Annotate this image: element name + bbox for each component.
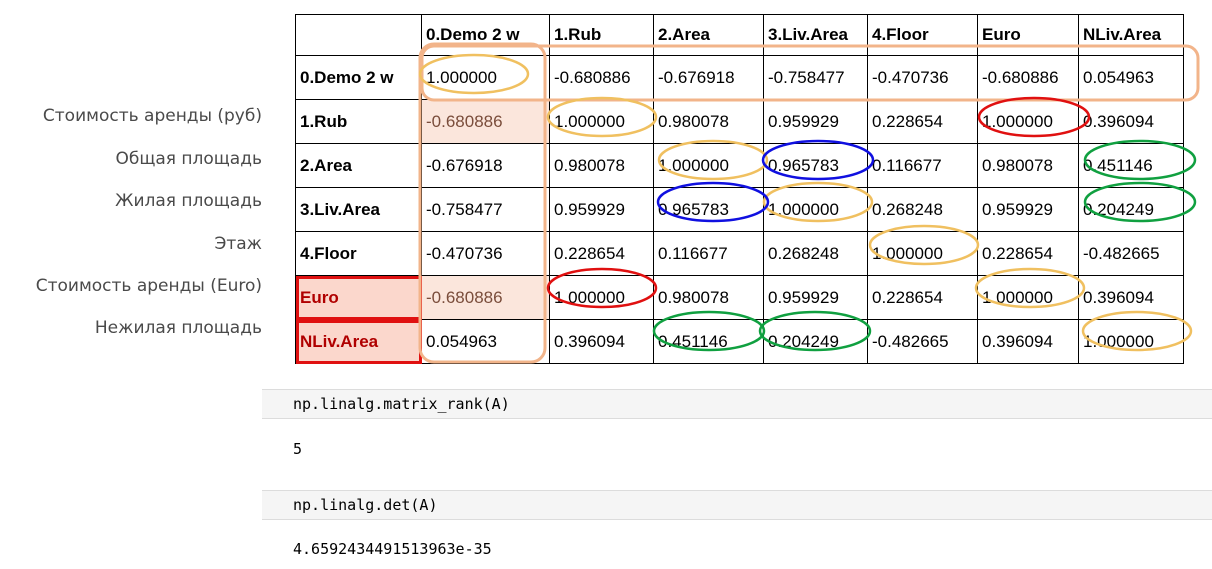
correlation-table: 0.Demo 2 w 1.Rub 2.Area 3.Liv.Area 4.Flo…	[295, 14, 1184, 364]
row-label-floor: Этаж	[214, 234, 262, 254]
table-cell: 0.959929	[977, 187, 1079, 232]
column-header: 1.Rub	[549, 14, 654, 56]
table-cell: 0.451146	[653, 319, 764, 364]
table-cell: -0.676918	[653, 55, 764, 100]
table-cell: -0.482665	[1078, 231, 1184, 276]
row-header: 4.Floor	[295, 231, 422, 276]
row-label-euro: Стоимость аренды (Euro)	[35, 276, 262, 296]
table-cell: 0.116677	[867, 143, 978, 188]
table-cell: 0.268248	[763, 231, 868, 276]
table-row: 3.Liv.Area -0.758477 0.959929 0.965783 1…	[295, 187, 1184, 232]
table-cell: 1.000000	[421, 55, 550, 100]
output-matrix-rank: 5	[293, 440, 303, 458]
table-cell: 0.054963	[421, 319, 550, 364]
column-header: 0.Demo 2 w	[421, 14, 550, 56]
table-cell: -0.680886	[421, 275, 550, 320]
table-cell: 0.396094	[549, 319, 654, 364]
table-cell: 0.396094	[1078, 275, 1184, 320]
table-cell: 1.000000	[763, 187, 868, 232]
table-cell: 0.965783	[763, 143, 868, 188]
table-cell: 0.959929	[549, 187, 654, 232]
table-cell: -0.680886	[421, 99, 550, 144]
table-cell: 0.980078	[653, 275, 764, 320]
table-cell: 1.000000	[977, 275, 1079, 320]
table-cell: 0.959929	[763, 275, 868, 320]
table-cell: 0.116677	[653, 231, 764, 276]
table-row: NLiv.Area 0.054963 0.396094 0.451146 0.2…	[295, 319, 1184, 364]
table-cell: 0.965783	[653, 187, 764, 232]
row-header: 2.Area	[295, 143, 422, 188]
row-header: 0.Demo 2 w	[295, 55, 422, 100]
table-row: 0.Demo 2 w 1.000000 -0.680886 -0.676918 …	[295, 55, 1184, 100]
table-cell: 1.000000	[653, 143, 764, 188]
table-cell: -0.758477	[421, 187, 550, 232]
table-row: 1.Rub -0.680886 1.000000 0.980078 0.9599…	[295, 99, 1184, 144]
table-cell: -0.470736	[421, 231, 550, 276]
table-cell: 0.228654	[977, 231, 1079, 276]
table-cell: -0.680886	[549, 55, 654, 100]
table-cell: 0.228654	[867, 99, 978, 144]
table-cell: 0.228654	[867, 275, 978, 320]
table-cell: -0.680886	[977, 55, 1079, 100]
table-cell: 0.980078	[653, 99, 764, 144]
table-cell: 0.054963	[1078, 55, 1184, 100]
row-header: 1.Rub	[295, 99, 422, 144]
output-det: 4.6592434491513963e-35	[293, 540, 492, 558]
table-cell: -0.470736	[867, 55, 978, 100]
table-cell: 0.980078	[549, 143, 654, 188]
column-header: 2.Area	[653, 14, 764, 56]
column-header: NLiv.Area	[1078, 14, 1184, 56]
table-row: Euro -0.680886 1.000000 0.980078 0.95992…	[295, 275, 1184, 320]
table-cell: 1.000000	[867, 231, 978, 276]
table-cell: -0.482665	[867, 319, 978, 364]
row-header: 3.Liv.Area	[295, 187, 422, 232]
row-labels: Стоимость аренды (руб) Общая площадь Жил…	[0, 0, 262, 360]
code-cell-det[interactable]: np.linalg.det(A)	[262, 490, 1212, 520]
code-cell-matrix-rank[interactable]: np.linalg.matrix_rank(A)	[262, 389, 1212, 419]
table-cell: -0.676918	[421, 143, 550, 188]
row-label-nliv-area: Нежилая площадь	[94, 318, 262, 338]
table-cell: 0.980078	[977, 143, 1079, 188]
column-header: 3.Liv.Area	[763, 14, 868, 56]
row-label-area: Общая площадь	[115, 149, 262, 169]
table-cell: 0.451146	[1078, 143, 1184, 188]
column-header: Euro	[977, 14, 1079, 56]
table-cell: 0.204249	[1078, 187, 1184, 232]
table-cell: -0.758477	[763, 55, 868, 100]
table-cell: 0.204249	[763, 319, 868, 364]
table-cell: 0.396094	[1078, 99, 1184, 144]
table-header-row: 0.Demo 2 w 1.Rub 2.Area 3.Liv.Area 4.Flo…	[295, 14, 1184, 56]
row-header-highlighted: Euro	[295, 275, 422, 320]
table-corner-cell	[295, 14, 422, 56]
table-row: 2.Area -0.676918 0.980078 1.000000 0.965…	[295, 143, 1184, 188]
table-cell: 1.000000	[549, 99, 654, 144]
table-cell: 0.228654	[549, 231, 654, 276]
table-row: 4.Floor -0.470736 0.228654 0.116677 0.26…	[295, 231, 1184, 276]
row-label-liv-area: Жилая площадь	[115, 191, 262, 211]
table-cell: 1.000000	[977, 99, 1079, 144]
column-header: 4.Floor	[867, 14, 978, 56]
row-label-rub: Стоимость аренды (руб)	[42, 106, 262, 126]
row-header-highlighted: NLiv.Area	[295, 319, 422, 364]
table-cell: 0.268248	[867, 187, 978, 232]
table-cell: 0.959929	[763, 99, 868, 144]
table-cell: 1.000000	[549, 275, 654, 320]
table-cell: 0.396094	[977, 319, 1079, 364]
table-cell: 1.000000	[1078, 319, 1184, 364]
